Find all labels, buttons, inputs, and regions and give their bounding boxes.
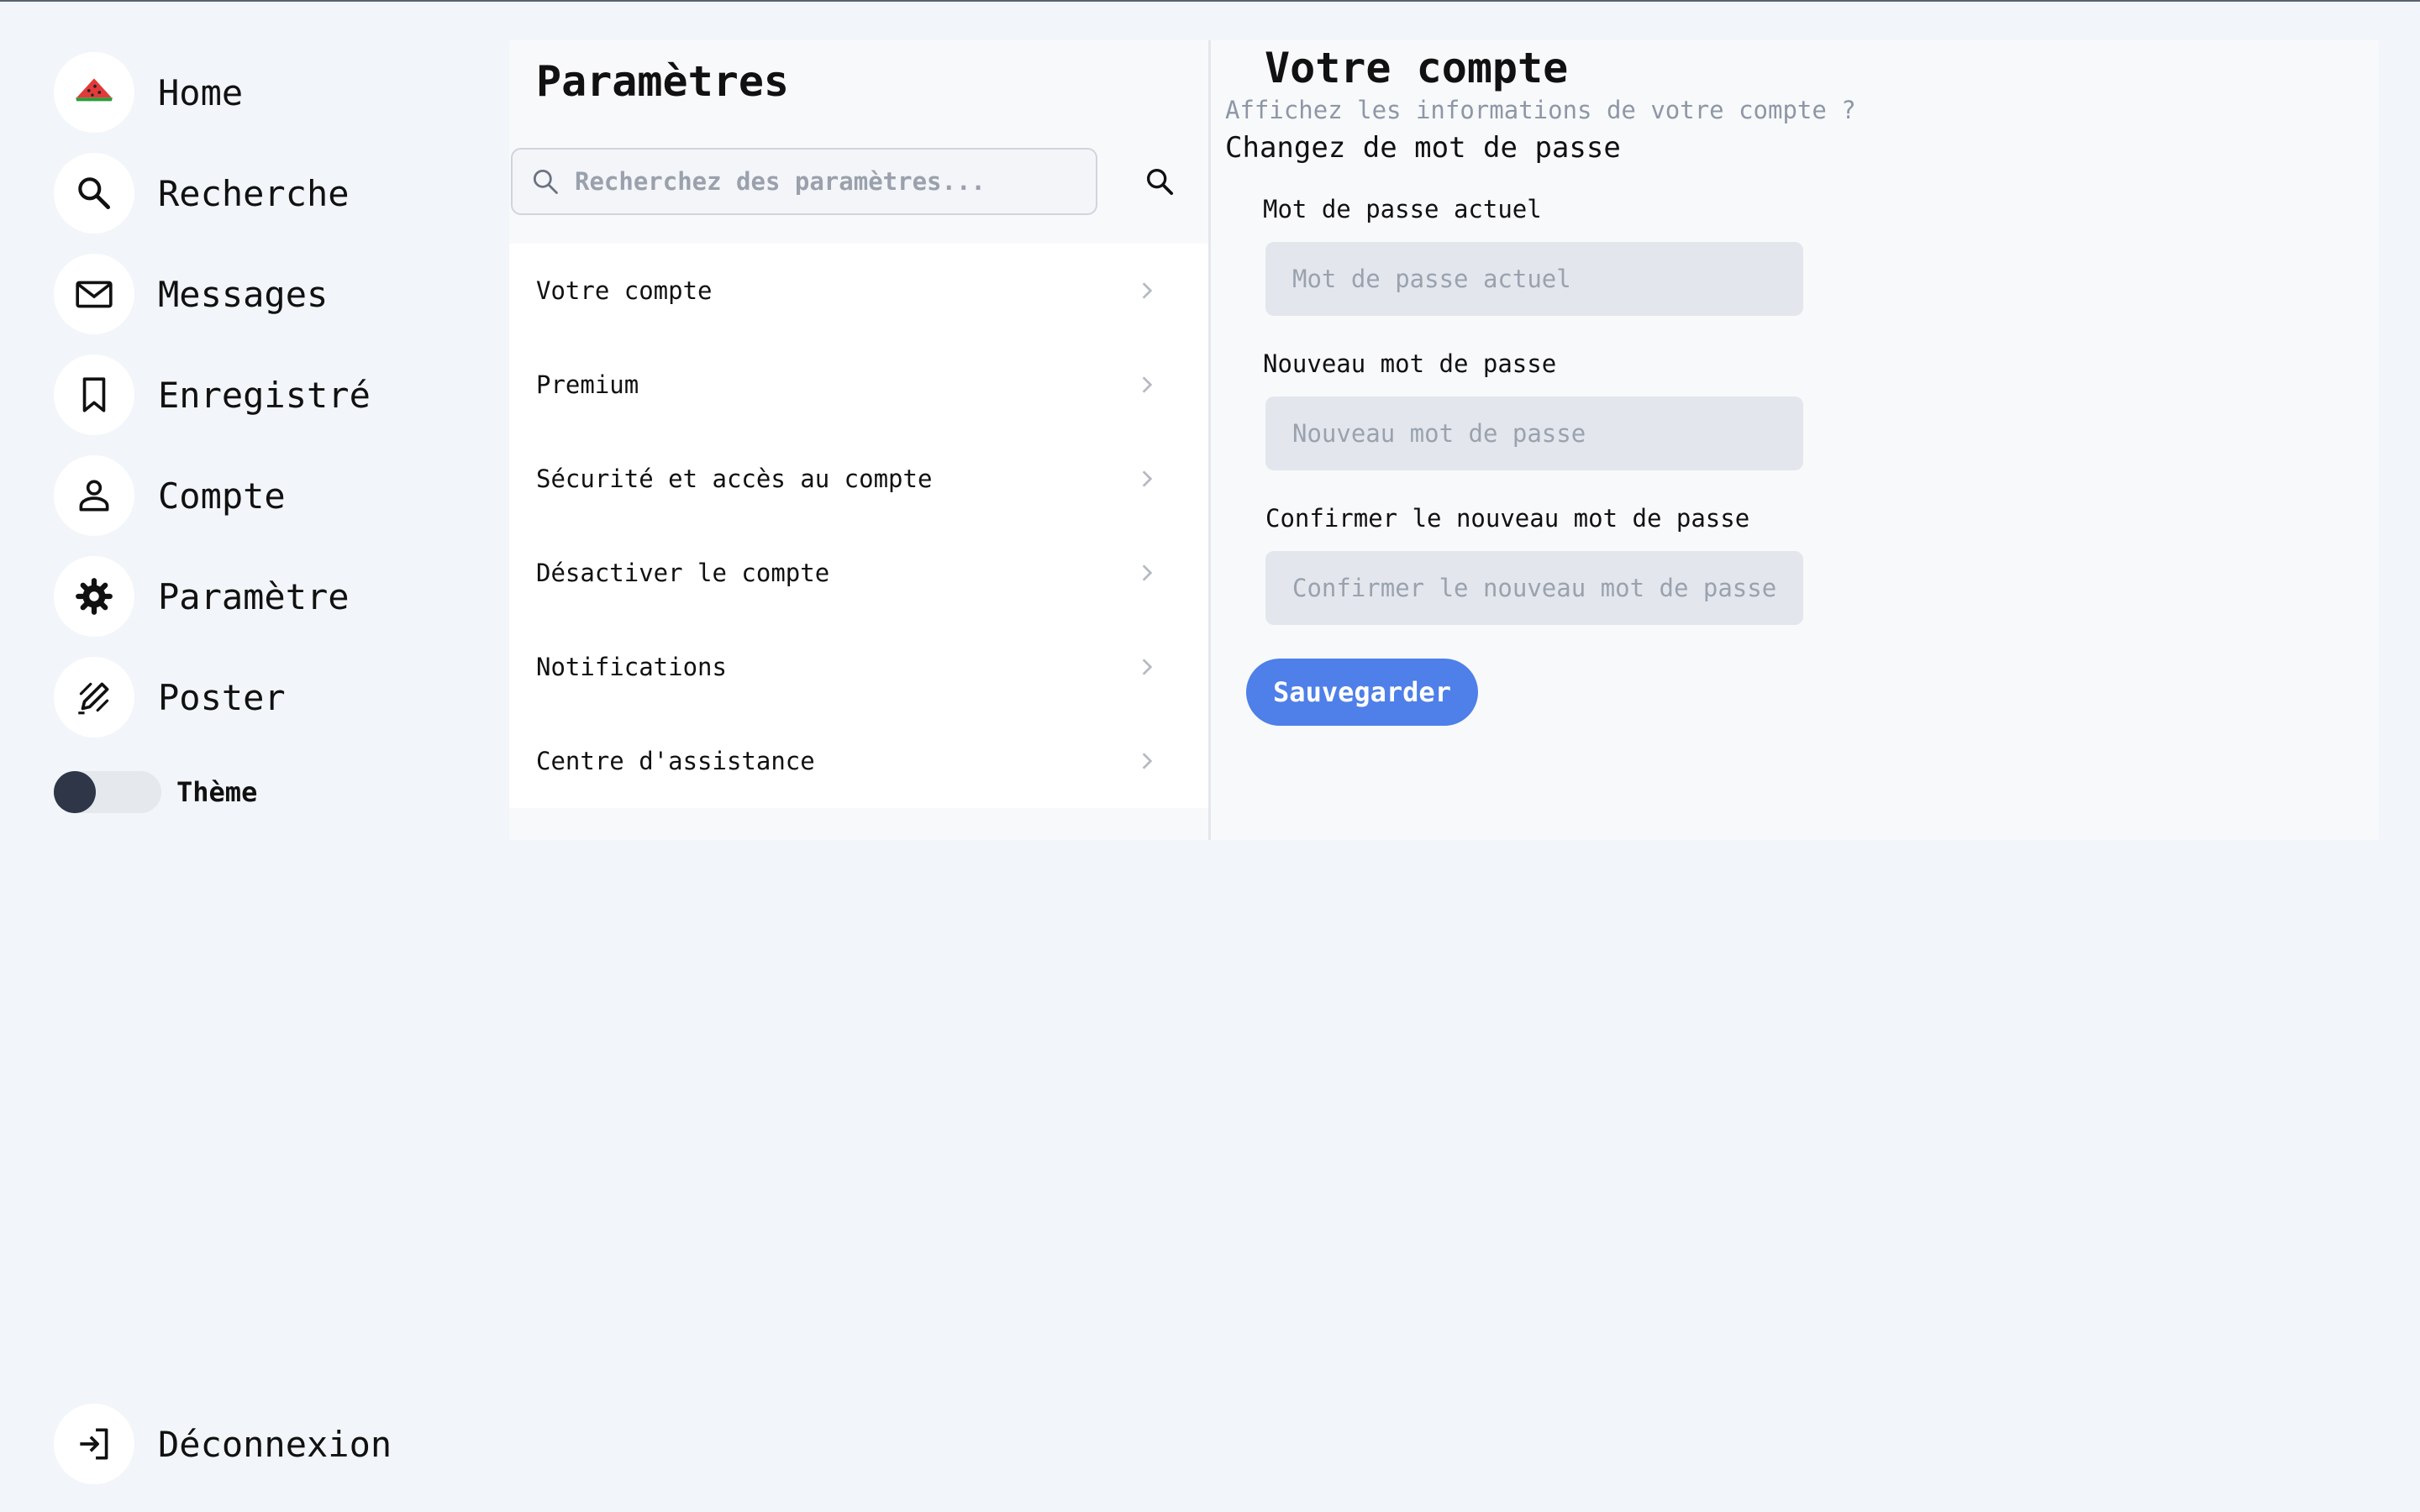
- nav-item-enregistre[interactable]: Enregistré: [54, 354, 371, 435]
- nav-item-poster[interactable]: Poster: [54, 657, 286, 738]
- settings-item-label: Centre d'assistance: [536, 747, 815, 775]
- account-subtitle: Affichez les informations de votre compt…: [1225, 96, 1856, 124]
- settings-item-label: Votre compte: [536, 276, 713, 305]
- search-icon: [54, 153, 134, 234]
- nav-label-logout: Déconnexion: [158, 1423, 392, 1465]
- nav-label-compte: Compte: [158, 475, 286, 517]
- search-icon: [1147, 169, 1174, 196]
- nav-label-enregistre: Enregistré: [158, 374, 371, 416]
- nav-label-home: Home: [158, 71, 244, 113]
- settings-item-assistance[interactable]: Centre d'assistance: [509, 714, 1208, 808]
- settings-panel: Paramètres Votre compte Premium Sécurité…: [509, 40, 1208, 840]
- settings-item-label: Notifications: [536, 653, 727, 681]
- nav-item-recherche[interactable]: Recherche: [54, 153, 350, 234]
- gear-icon: [54, 556, 134, 637]
- settings-search-box: [511, 148, 1097, 215]
- watermelon-logo-icon: [54, 52, 134, 133]
- save-button[interactable]: Sauvegarder: [1246, 659, 1478, 726]
- current-password-input[interactable]: [1265, 242, 1803, 316]
- search-icon: [533, 169, 558, 194]
- nav-item-messages[interactable]: Messages: [54, 254, 328, 334]
- nav-item-parametre[interactable]: Paramètre: [54, 556, 350, 637]
- nav-label-parametre: Paramètre: [158, 575, 350, 617]
- account-title: Votre compte: [1265, 44, 1569, 92]
- nav-label-messages: Messages: [158, 273, 329, 315]
- nav-item-home[interactable]: Home: [54, 52, 243, 133]
- current-password-label: Mot de passe actuel: [1263, 195, 1542, 223]
- chevron-right-icon: [1142, 470, 1153, 487]
- bookmark-icon: [54, 354, 134, 435]
- confirm-password-input[interactable]: [1265, 551, 1803, 625]
- chevron-right-icon: [1142, 282, 1153, 299]
- chevron-right-icon: [1142, 659, 1153, 675]
- sidebar-nav: Home Recherche Messages Enregistré Compt…: [0, 0, 504, 1512]
- settings-title: Paramètres: [536, 57, 790, 106]
- search-button[interactable]: [1141, 163, 1178, 200]
- logout-icon: [54, 1404, 134, 1484]
- pen-icon: [54, 657, 134, 738]
- account-panel: Votre compte Affichez les informations d…: [1211, 40, 2379, 840]
- theme-label: Thème: [176, 776, 258, 808]
- settings-item-label: Sécurité et accès au compte: [536, 465, 933, 493]
- chevron-right-icon: [1142, 753, 1153, 769]
- nav-item-compte[interactable]: Compte: [54, 455, 286, 536]
- mail-icon: [54, 254, 134, 334]
- theme-toggle[interactable]: [54, 771, 161, 813]
- new-password-label: Nouveau mot de passe: [1263, 349, 1557, 378]
- nav-item-logout[interactable]: Déconnexion: [54, 1404, 392, 1484]
- chevron-right-icon: [1142, 376, 1153, 393]
- chevron-right-icon: [1142, 564, 1153, 581]
- settings-item-premium[interactable]: Premium: [509, 338, 1208, 432]
- settings-item-label: Désactiver le compte: [536, 559, 830, 587]
- settings-item-votre-compte[interactable]: Votre compte: [509, 244, 1208, 338]
- settings-item-label: Premium: [536, 370, 639, 399]
- nav-label-poster: Poster: [158, 676, 286, 718]
- theme-toggle-knob: [54, 771, 96, 813]
- theme-row: Thème: [54, 771, 257, 813]
- settings-search-input[interactable]: [573, 166, 1081, 197]
- confirm-password-label: Confirmer le nouveau mot de passe: [1265, 504, 1750, 533]
- nav-label-recherche: Recherche: [158, 172, 350, 214]
- settings-item-desactiver[interactable]: Désactiver le compte: [509, 526, 1208, 620]
- new-password-input[interactable]: [1265, 396, 1803, 470]
- password-section-title: Changez de mot de passe: [1225, 131, 1621, 165]
- settings-item-securite[interactable]: Sécurité et accès au compte: [509, 432, 1208, 526]
- settings-item-notifications[interactable]: Notifications: [509, 620, 1208, 714]
- person-icon: [54, 455, 134, 536]
- settings-list: Votre compte Premium Sécurité et accès a…: [509, 244, 1208, 808]
